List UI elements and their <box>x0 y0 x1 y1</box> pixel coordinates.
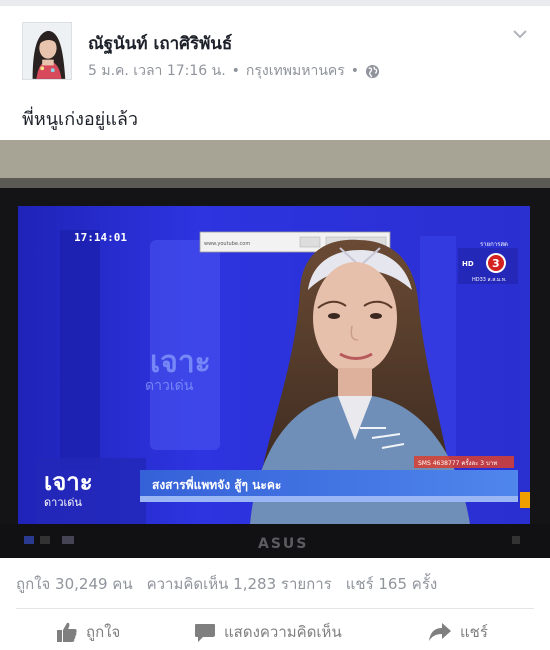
channel-badge: 3 <box>492 257 500 270</box>
likes-count[interactable]: ถูกใจ 30,249 คน <box>16 572 133 596</box>
tv-clock: 17:14:01 <box>74 231 127 244</box>
action-bar: ถูกใจ แสดงความคิดเห็น แชร์ <box>0 612 550 650</box>
avatar-photo <box>23 23 71 79</box>
share-label: แชร์ <box>460 623 488 641</box>
post-photo[interactable]: เจาะ ดาวเด่น 17:14:01 www.youtube.com รา… <box>0 140 550 558</box>
divider <box>16 608 534 609</box>
post-location[interactable]: กรุงเทพมหานคร <box>246 60 345 82</box>
tv-brand: ASUS <box>258 536 308 552</box>
show-title-bottom: ดาวเด่น <box>44 496 82 509</box>
share-arrow-icon <box>429 623 451 641</box>
channel-bottom: HD33 ส.ส.ม.ท. <box>472 277 507 283</box>
author-name[interactable]: ณัฐนันท์ เถาศิริพันธ์ <box>88 30 232 57</box>
globe-icon <box>365 64 380 78</box>
avatar[interactable] <box>22 22 72 80</box>
comment-bubble-icon <box>195 624 215 642</box>
tv-caption: สงสารพี่แพทจัง สู้ๆ นะคะ <box>152 476 281 493</box>
post-date[interactable]: 5 ม.ค. เวลา 17:16 น. <box>88 60 226 82</box>
svg-text:ดาวเด่น: ดาวเด่น <box>145 378 194 394</box>
thumbs-up-icon <box>57 622 77 642</box>
svg-text:HD: HD <box>462 260 474 268</box>
chevron-down-icon[interactable] <box>512 28 528 40</box>
channel-top: รายการสด <box>480 241 508 248</box>
like-label: ถูกใจ <box>86 623 121 641</box>
tv-photo-graphic: เจาะ ดาวเด่น 17:14:01 www.youtube.com รา… <box>0 140 550 558</box>
post-meta: 5 ม.ค. เวลา 17:16 น. • กรุงเทพมหานคร • <box>88 60 380 82</box>
like-button[interactable]: ถูกใจ <box>56 620 120 644</box>
shares-count[interactable]: แชร์ 165 ครั้ง <box>346 572 438 596</box>
comment-label: แสดงความคิดเห็น <box>224 623 342 641</box>
comment-button[interactable]: แสดงความคิดเห็น <box>194 620 342 644</box>
tv-browser-url: www.youtube.com <box>204 241 250 247</box>
show-title-top: เจาะ <box>44 468 93 496</box>
post-text: พี่หนูเก่งอยู่แล้ว <box>22 109 138 130</box>
post-header: ณัฐนันท์ เถาศิริพันธ์ 5 ม.ค. เวลา 17:16 … <box>0 6 550 90</box>
meta-separator-2: • <box>350 63 360 79</box>
meta-separator: • <box>231 63 240 79</box>
comments-count[interactable]: ความคิดเห็น 1,283 รายการ <box>147 572 332 596</box>
post-stats: ถูกใจ 30,249 คน ความคิดเห็น 1,283 รายการ… <box>16 572 437 596</box>
share-button[interactable]: แชร์ <box>428 620 488 644</box>
svg-text:เจาะ: เจาะ <box>150 345 211 380</box>
